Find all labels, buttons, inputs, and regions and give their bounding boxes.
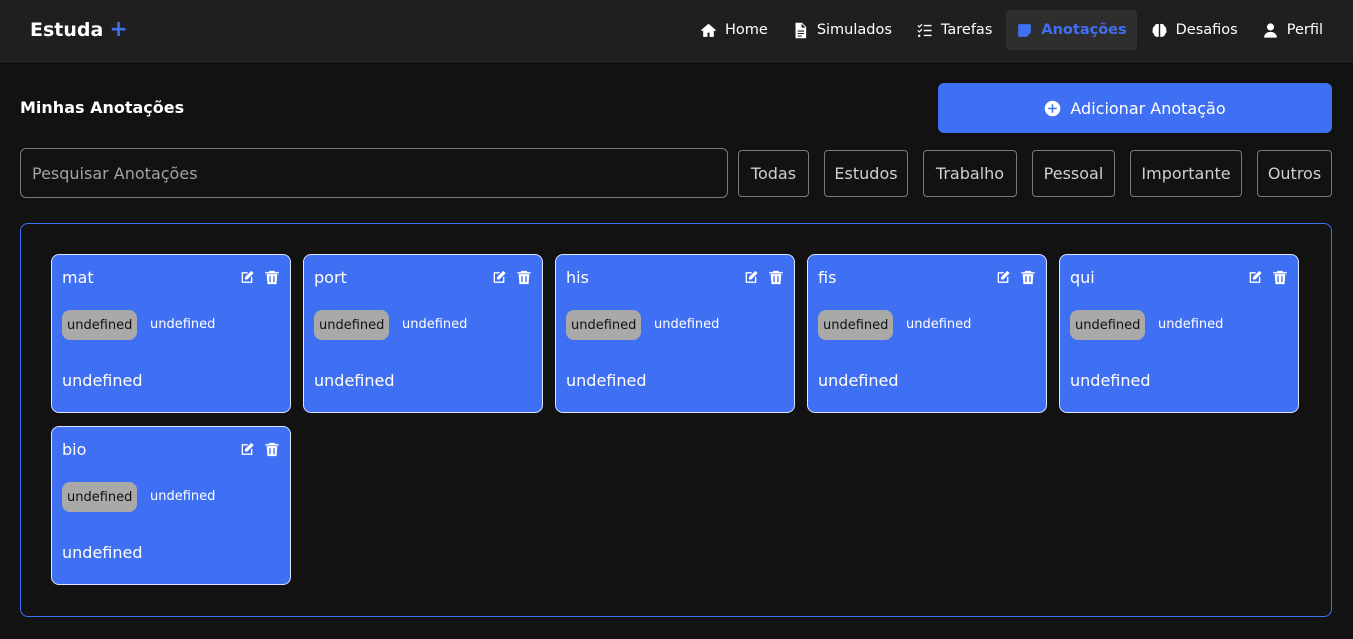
main-nav: Home Simulados Tarefas Anotações Desafio…: [690, 10, 1333, 50]
nav-label: Perfil: [1286, 22, 1323, 38]
note-content: undefined: [62, 543, 143, 562]
note-date: undefined: [906, 317, 972, 332]
note-title: port: [314, 268, 347, 287]
nav-item-anotacoes[interactable]: Anotações: [1006, 10, 1137, 50]
note-date: undefined: [654, 317, 720, 332]
note-date: undefined: [402, 317, 468, 332]
note-content: undefined: [62, 371, 143, 390]
trash-icon[interactable]: [768, 269, 784, 286]
edit-icon[interactable]: [239, 441, 255, 458]
filter-trabalho[interactable]: Trabalho: [923, 150, 1017, 197]
note-card[interactable]: port undefined undefined undefined: [303, 254, 543, 413]
note-date: undefined: [1158, 317, 1224, 332]
note-actions: [239, 441, 280, 458]
brand-plus-icon: +: [109, 17, 128, 42]
nav-label: Simulados: [816, 22, 892, 38]
edit-icon[interactable]: [239, 269, 255, 286]
search-input[interactable]: [20, 148, 728, 198]
note-date: undefined: [150, 317, 216, 332]
edit-icon[interactable]: [1247, 269, 1263, 286]
note-content: undefined: [1070, 371, 1151, 390]
note-icon: [1018, 23, 1032, 37]
note-card[interactable]: qui undefined undefined undefined: [1059, 254, 1299, 413]
nav-item-tarefas[interactable]: Tarefas: [906, 10, 1002, 50]
filter-pessoal[interactable]: Pessoal: [1032, 150, 1115, 197]
note-title: bio: [62, 440, 87, 459]
nav-item-simulados[interactable]: Simulados: [782, 10, 902, 50]
note-card[interactable]: bio undefined undefined undefined: [51, 426, 291, 585]
note-content: undefined: [314, 371, 395, 390]
filter-estudos[interactable]: Estudos: [824, 150, 908, 197]
home-icon: [701, 23, 716, 37]
note-category-badge: undefined: [62, 482, 138, 512]
note-category-badge: undefined: [818, 310, 894, 340]
note-content: undefined: [566, 371, 647, 390]
nav-label: Desafios: [1175, 22, 1238, 38]
brand-name: Estuda: [30, 19, 104, 41]
tasks-icon: [917, 23, 932, 37]
edit-icon[interactable]: [995, 269, 1011, 286]
trash-icon[interactable]: [264, 441, 280, 458]
file-icon: [795, 22, 806, 38]
nav-label: Tarefas: [940, 22, 993, 38]
note-card[interactable]: fis undefined undefined undefined: [807, 254, 1047, 413]
note-actions: [491, 269, 532, 286]
note-title: fis: [818, 268, 837, 287]
note-card[interactable]: his undefined undefined undefined: [555, 254, 795, 413]
note-category-badge: undefined: [566, 310, 642, 340]
note-title: mat: [62, 268, 94, 287]
add-note-label: Adicionar Anotação: [1070, 98, 1226, 118]
add-note-button[interactable]: Adicionar Anotação: [938, 83, 1332, 133]
edit-icon[interactable]: [743, 269, 759, 286]
top-navbar: Estuda + Home Simulados Tarefas Anotaçõe…: [0, 0, 1353, 62]
note-actions: [995, 269, 1036, 286]
nav-item-desafios[interactable]: Desafios: [1141, 10, 1248, 50]
trash-icon[interactable]: [1020, 269, 1036, 286]
note-date: undefined: [150, 489, 216, 504]
note-content: undefined: [818, 371, 899, 390]
nav-item-perfil[interactable]: Perfil: [1252, 10, 1333, 50]
note-title: qui: [1070, 268, 1095, 287]
trash-icon[interactable]: [516, 269, 532, 286]
nav-label: Anotações: [1041, 22, 1127, 38]
filter-importante[interactable]: Importante: [1130, 150, 1242, 197]
trash-icon[interactable]: [1272, 269, 1288, 286]
filter-outros[interactable]: Outros: [1257, 150, 1332, 197]
nav-item-home[interactable]: Home: [690, 10, 778, 50]
nav-label: Home: [725, 22, 768, 38]
note-title: his: [566, 268, 589, 287]
plus-circle-icon: [1045, 100, 1061, 116]
notes-panel: mat undefined undefined undefined port u…: [20, 223, 1332, 617]
note-card[interactable]: mat undefined undefined undefined: [51, 254, 291, 413]
filter-todas[interactable]: Todas: [738, 150, 809, 197]
note-actions: [743, 269, 784, 286]
page-title: Minhas Anotações: [20, 98, 185, 117]
brain-icon: [1152, 23, 1167, 37]
user-icon: [1263, 22, 1277, 38]
note-actions: [1247, 269, 1288, 286]
note-category-badge: undefined: [62, 310, 138, 340]
note-category-badge: undefined: [1070, 310, 1146, 340]
brand-logo[interactable]: Estuda +: [30, 17, 128, 42]
note-actions: [239, 269, 280, 286]
trash-icon[interactable]: [264, 269, 280, 286]
note-category-badge: undefined: [314, 310, 390, 340]
edit-icon[interactable]: [491, 269, 507, 286]
